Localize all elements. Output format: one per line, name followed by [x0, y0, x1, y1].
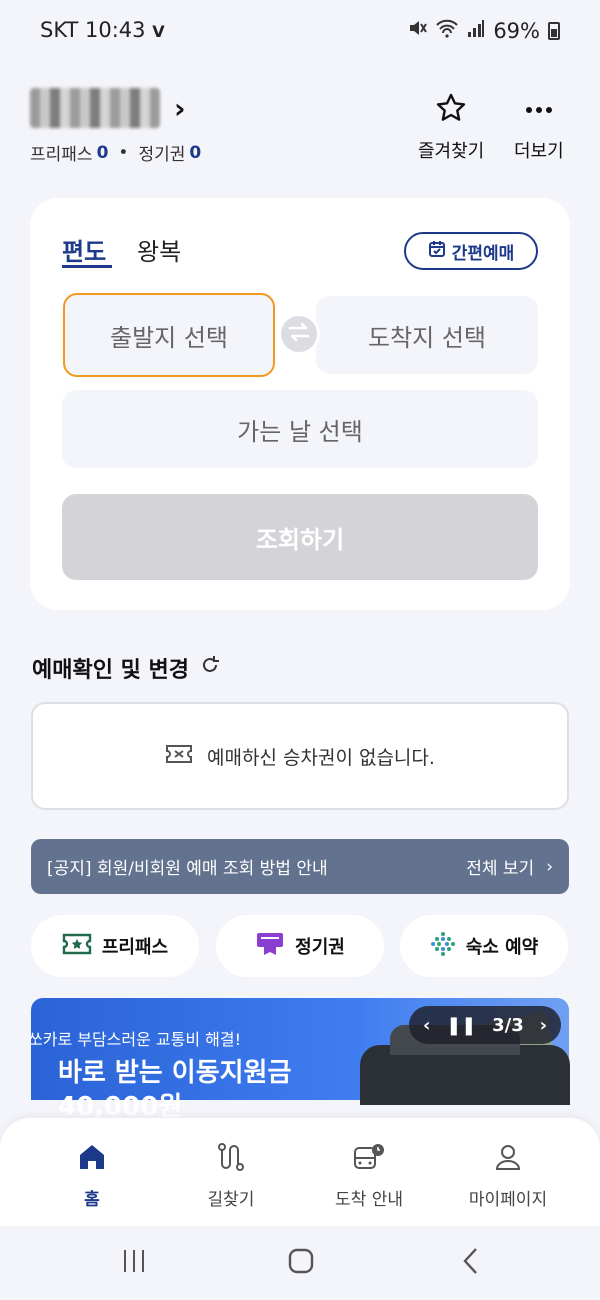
refresh-icon[interactable] [199, 654, 221, 682]
search-label: 조회하기 [255, 525, 345, 554]
quick-book-button[interactable]: 간편예매 [404, 232, 538, 270]
home-icon [77, 1142, 107, 1177]
nav-arrival[interactable]: 도착 안내 [294, 1142, 444, 1210]
nav-home[interactable]: 홈 [17, 1142, 167, 1210]
calendar-check-icon [428, 240, 446, 263]
notice-text: [공지] 회원/비회원 예매 조회 방법 안내 [47, 859, 328, 879]
chevron-right-icon: › [546, 856, 553, 877]
back-icon[interactable] [458, 1246, 486, 1280]
search-button[interactable]: 조회하기 [62, 494, 538, 580]
date-placeholder: 가는 날 선택 [237, 417, 363, 446]
reservation-section-title: 예매확인 및 변경 [32, 652, 221, 684]
freepass-button[interactable]: 프리패스 [31, 915, 199, 977]
chevron-right-icon[interactable]: › [174, 92, 186, 125]
favorites-label: 즐겨찾기 [418, 141, 485, 162]
lodging-button[interactable]: 숙소 예약 [400, 915, 568, 977]
season-label: 정기권 [138, 145, 186, 165]
reservation-empty-message: 예매하신 승차권이 없습니다. [207, 746, 435, 769]
destination-field[interactable]: 도착지 선택 [316, 296, 538, 374]
status-time: SKT 10:43 V [40, 18, 165, 42]
freepass-label: 프리패스 [30, 145, 93, 165]
reservation-empty-box: 예매하신 승차권이 없습니다. [31, 702, 569, 810]
pass-summary: 프리패스 0 • 정기권 0 [30, 140, 202, 166]
chevron-right-icon[interactable]: › [540, 1015, 547, 1036]
chevron-left-icon[interactable]: ‹ [423, 1015, 430, 1036]
more-dots-icon [523, 92, 555, 129]
bus-arrival-icon [352, 1142, 386, 1177]
ticket-empty-icon [165, 743, 193, 770]
swap-arrows-icon [287, 322, 311, 346]
lodging-pill-label: 숙소 예약 [465, 937, 539, 958]
home-button-icon[interactable] [287, 1246, 315, 1280]
banner-subtitle: 쏘카로 부담스러운 교통비 해결! [28, 1030, 242, 1049]
nav-mypage-label: 마이페이지 [468, 1190, 548, 1210]
nav-route[interactable]: 길찾기 [156, 1142, 306, 1210]
tab-active-underline [62, 265, 112, 268]
status-time-text: SKT 10:43 [40, 18, 146, 42]
freepass-count: 0 [96, 142, 109, 163]
status-icons: 69% [407, 18, 560, 43]
more-button[interactable]: 더보기 [514, 92, 564, 163]
star-icon [435, 92, 467, 129]
nav-mypage[interactable]: 마이페이지 [433, 1142, 583, 1210]
nav-arrival-label: 도착 안내 [335, 1190, 403, 1210]
reservation-title: 예매확인 및 변경 [32, 658, 189, 683]
season-pass-icon [255, 931, 285, 962]
person-icon [493, 1142, 523, 1177]
battery-percent: 69% [493, 18, 540, 43]
origin-placeholder: 출발지 선택 [109, 323, 229, 352]
pause-icon[interactable]: ❚❚ [446, 1015, 476, 1036]
freepass-pill-label: 프리패스 [101, 937, 169, 958]
tab-roundtrip[interactable]: 왕복 [137, 232, 181, 267]
tab-oneway[interactable]: 편도 [62, 232, 106, 267]
destination-placeholder: 도착지 선택 [367, 323, 487, 352]
quick-book-label: 간편예매 [451, 243, 515, 264]
swap-button[interactable] [278, 313, 320, 355]
season-pass-pill-label: 정기권 [295, 937, 345, 958]
origin-field[interactable]: 출발지 선택 [63, 293, 275, 377]
wifi-icon [435, 18, 459, 43]
recent-apps-icon[interactable] [120, 1246, 148, 1280]
nav-home-label: 홈 [84, 1190, 100, 1210]
date-field[interactable]: 가는 날 선택 [62, 390, 538, 468]
lodging-dots-icon [430, 931, 456, 962]
battery-icon [548, 21, 560, 40]
more-label: 더보기 [514, 141, 564, 162]
banner-title: 바로 받는 이동지원금 [58, 1058, 292, 1088]
notice-banner[interactable]: [공지] 회원/비회원 예매 조회 방법 안내 전체 보기 › [31, 839, 569, 894]
volte-icon: V [152, 22, 165, 41]
notice-more-link[interactable]: 전체 보기 › [466, 854, 553, 880]
favorites-button[interactable]: 즐겨찾기 [418, 92, 484, 163]
banner-pager: ‹ ❚❚ 3/3 › [409, 1006, 561, 1044]
season-pass-button[interactable]: 정기권 [216, 915, 384, 977]
mute-icon [407, 18, 428, 43]
season-count: 0 [189, 142, 202, 163]
separator-dot: • [118, 142, 129, 163]
notice-more-label: 전체 보기 [466, 859, 535, 879]
banner-car-image [360, 1025, 570, 1105]
banner-pager-count: 3/3 [492, 1014, 524, 1036]
user-name-blurred[interactable] [30, 88, 160, 128]
signal-icon [467, 18, 485, 43]
nav-route-label: 길찾기 [207, 1190, 255, 1210]
ticket-icon [62, 933, 92, 960]
route-icon [216, 1142, 246, 1177]
